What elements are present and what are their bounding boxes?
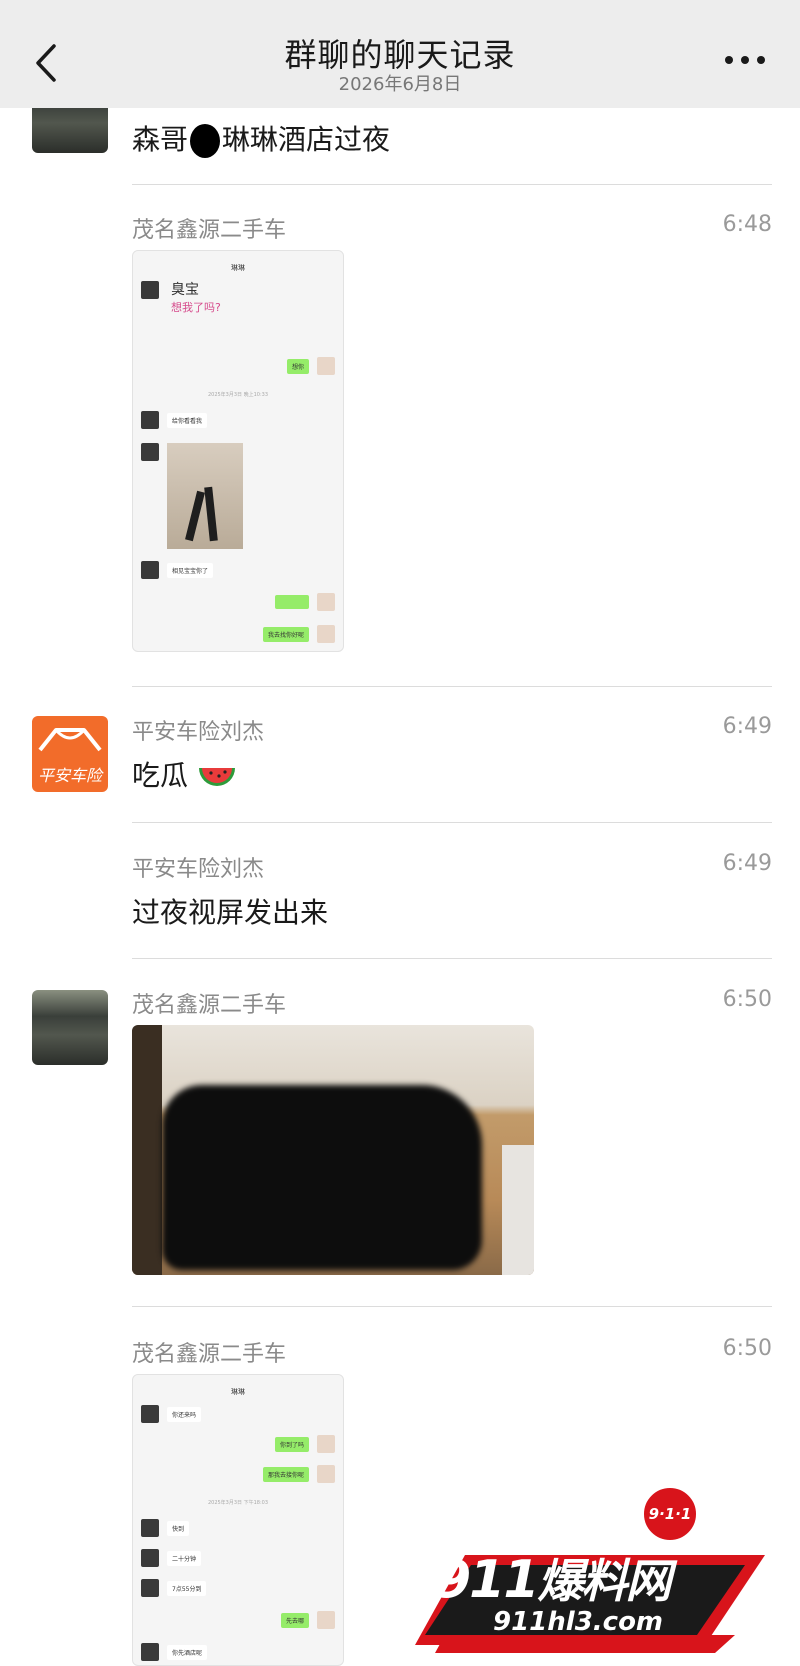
avatar: [141, 1579, 159, 1597]
watermark-brand: 911爆料网: [435, 1545, 672, 1611]
message-time: 6:50: [722, 987, 772, 1012]
chat-bubble: 那我去接你呢: [262, 1467, 309, 1482]
avatar[interactable]: [32, 990, 108, 1065]
sender-name: 平安车险刘杰: [132, 720, 265, 745]
sticker-text: 臭宝: [171, 282, 199, 298]
chat-bubble: 想你: [286, 359, 309, 374]
message-text-part: 森哥: [132, 123, 189, 156]
chat-bubble: 快到: [167, 1521, 190, 1536]
sender-name: 平安车险刘杰: [132, 857, 265, 882]
avatar: [317, 1611, 335, 1629]
chat-screenshot-image[interactable]: 琳琳 你还来吗 你到了吗 那我去接你呢 2025年3月3日 下午18:03 快到…: [132, 1374, 344, 1666]
watermark-badge: 9·1·1: [641, 1485, 699, 1543]
avatar: [141, 1549, 159, 1567]
avatar: [317, 1435, 335, 1453]
chat-bubble: 7点55分到: [167, 1581, 207, 1596]
message-item: 森哥 琳琳酒店过夜: [132, 112, 772, 162]
photo-image[interactable]: [132, 1025, 534, 1275]
sender-name: 茂名鑫源二手车: [132, 218, 287, 243]
watermark-badge-text: 9·1·1: [648, 1505, 692, 1523]
chat-bubble: 二十分钟: [167, 1551, 202, 1566]
message-time: 6:48: [722, 212, 772, 237]
avatar: [317, 1465, 335, 1483]
message-time: 6:49: [722, 714, 772, 739]
divider: [132, 1306, 772, 1307]
watermark-logo: 9·1·1 911爆料网 911hl3.com: [405, 1485, 783, 1655]
sender-name: 茂名鑫源二手车: [132, 1342, 287, 1367]
message-item: 茂名鑫源二手车 6:50: [132, 987, 772, 1018]
watermelon-emoji-icon: [198, 768, 235, 786]
avatar: [317, 593, 335, 611]
avatar: [317, 357, 335, 375]
message-text-part: 吃瓜: [132, 759, 189, 792]
chat-bubble: 相见宝宝你了: [167, 563, 214, 578]
chat-bubble: [275, 595, 309, 609]
avatar[interactable]: 平安车险: [32, 716, 108, 792]
divider: [132, 958, 772, 959]
sticker: 臭宝 想我了吗?: [171, 279, 241, 327]
avatar: [141, 411, 159, 429]
watermark-url: 911hl3.com: [493, 1607, 664, 1637]
photo-thumbnail: [167, 443, 243, 549]
message-text: 吃瓜: [132, 754, 237, 794]
avatar-text: 平安车险: [37, 766, 102, 785]
message-time: 6:49: [722, 851, 772, 876]
redaction-blot: [190, 124, 221, 158]
watermark-brand-number: 911: [435, 1550, 540, 1610]
message-text: 森哥 琳琳酒店过夜: [132, 118, 390, 158]
screenshot-title: 琳琳: [231, 1388, 245, 1396]
more-options-icon[interactable]: [720, 48, 770, 72]
watermark-brand-name: 爆料网: [537, 1554, 672, 1608]
message-item: 平安车险刘杰 6:49 吃瓜: [132, 714, 772, 792]
chat-bubble: 我去找你好呢: [262, 627, 309, 642]
message-time: 6:50: [722, 1336, 772, 1361]
redaction-blot: [162, 1085, 482, 1270]
message-item: 茂名鑫源二手车 6:48: [132, 212, 772, 243]
timestamp-label: 2025年3月3日 下午18:03: [207, 1500, 269, 1506]
chat-date: 2026年6月8日: [338, 74, 462, 95]
screenshot-title: 琳琳: [231, 264, 245, 272]
chat-bubble: 你还来吗: [167, 1407, 202, 1422]
chat-history-header: 群聊的聊天记录 2026年6月8日: [0, 0, 800, 108]
chat-bubble: 你到了吗: [274, 1437, 309, 1452]
sender-name: 茂名鑫源二手车: [132, 993, 287, 1018]
avatar: [141, 443, 159, 461]
chat-screenshot-image[interactable]: 琳琳 臭宝 想我了吗? 想你 2025年3月3日 晚上10:33 给你看看我 相…: [132, 250, 344, 652]
avatar: [141, 1405, 159, 1423]
avatar: [141, 1643, 159, 1661]
timestamp-label: 2025年3月3日 晚上10:33: [207, 392, 269, 398]
message-text-part: 琳琳酒店过夜: [222, 123, 391, 156]
avatar: [141, 281, 159, 299]
avatar: [317, 625, 335, 643]
avatar: [141, 561, 159, 579]
divider: [132, 686, 772, 687]
divider: [132, 184, 772, 185]
message-text: 过夜视屏发出来: [132, 896, 329, 929]
divider: [132, 822, 772, 823]
chat-bubble: 给你看看我: [167, 413, 208, 428]
chat-bubble: 先去哪: [280, 1613, 309, 1628]
message-item: 平安车险刘杰 6:49 过夜视屏发出来: [132, 851, 772, 929]
chat-bubble: 你先酒店呢: [167, 1645, 208, 1660]
message-item: 茂名鑫源二手车 6:50: [132, 1336, 772, 1367]
sticker-text: 想我了吗?: [171, 301, 221, 314]
avatar: [141, 1519, 159, 1537]
